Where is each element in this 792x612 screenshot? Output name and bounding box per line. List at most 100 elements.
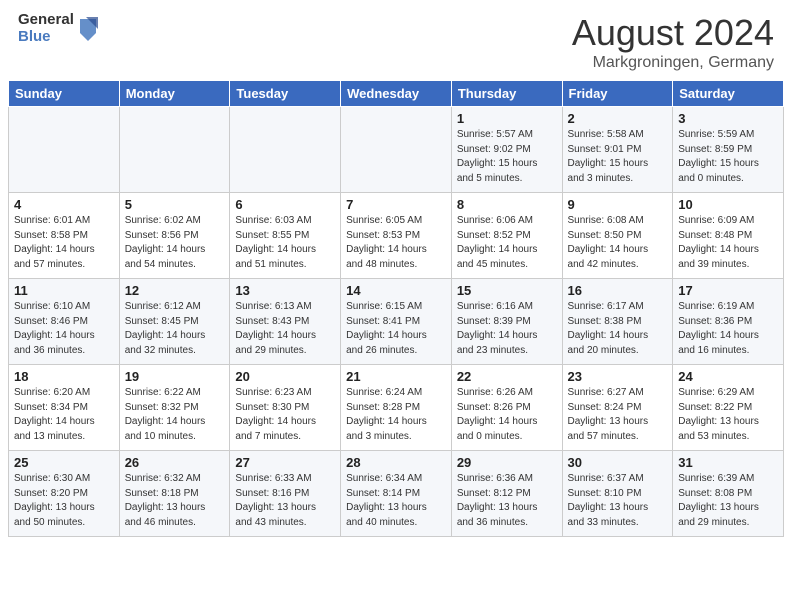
calendar-cell: 28 Sunrise: 6:34 AM Sunset: 8:14 PM Dayli… bbox=[341, 451, 452, 537]
day-number: 5 bbox=[125, 197, 225, 212]
day-number: 3 bbox=[678, 111, 778, 126]
day-info: Sunrise: 6:03 AM Sunset: 8:55 PM Dayligh… bbox=[235, 214, 335, 272]
calendar-container: SundayMondayTuesdayWednesdayThursdayFrid… bbox=[0, 80, 792, 545]
day-info: Sunrise: 6:17 AM Sunset: 8:38 PM Dayligh… bbox=[568, 300, 668, 358]
calendar-week-row: 1 Sunrise: 5:57 AM Sunset: 9:02 PM Daylig… bbox=[9, 107, 784, 193]
calendar-cell bbox=[341, 107, 452, 193]
logo: General Blue bbox=[18, 12, 100, 45]
calendar-week-row: 4 Sunrise: 6:01 AM Sunset: 8:58 PM Daylig… bbox=[9, 193, 784, 279]
day-info: Sunrise: 5:57 AM Sunset: 9:02 PM Dayligh… bbox=[457, 128, 557, 186]
calendar-cell bbox=[9, 107, 120, 193]
calendar-cell: 1 Sunrise: 5:57 AM Sunset: 9:02 PM Daylig… bbox=[451, 107, 562, 193]
day-info: Sunrise: 5:58 AM Sunset: 9:01 PM Dayligh… bbox=[568, 128, 668, 186]
calendar-cell: 26Sunrise: 6:32 AM Sunset: 8:18 PM Dayli… bbox=[119, 451, 230, 537]
day-info: Sunrise: 6:10 AM Sunset: 8:46 PM Dayligh… bbox=[14, 300, 114, 358]
logo-blue-text: Blue bbox=[18, 29, 74, 46]
day-number: 27 bbox=[235, 455, 335, 470]
day-info: Sunrise: 6:08 AM Sunset: 8:50 PM Dayligh… bbox=[568, 214, 668, 272]
calendar-cell: 31Sunrise: 6:39 AM Sunset: 8:08 PM Dayli… bbox=[673, 451, 784, 537]
calendar-cell: 17 Sunrise: 6:19 AM Sunset: 8:36 PM Dayli… bbox=[673, 279, 784, 365]
day-number: 8 bbox=[457, 197, 557, 212]
day-number: 10 bbox=[678, 197, 778, 212]
day-number: 19 bbox=[125, 369, 225, 384]
weekday-header: Friday bbox=[562, 81, 673, 107]
day-info: Sunrise: 6:16 AM Sunset: 8:39 PM Dayligh… bbox=[457, 300, 557, 358]
day-info: Sunrise: 5:59 AM Sunset: 8:59 PM Dayligh… bbox=[678, 128, 778, 186]
calendar-cell: 15 Sunrise: 6:16 AM Sunset: 8:39 PM Dayli… bbox=[451, 279, 562, 365]
logo-icon bbox=[76, 15, 100, 43]
calendar-cell: 14 Sunrise: 6:15 AM Sunset: 8:41 PM Dayli… bbox=[341, 279, 452, 365]
day-number: 29 bbox=[457, 455, 557, 470]
weekday-header: Wednesday bbox=[341, 81, 452, 107]
calendar-cell: 7Sunrise: 6:05 AM Sunset: 8:53 PM Daylig… bbox=[341, 193, 452, 279]
day-info: Sunrise: 6:33 AM Sunset: 8:16 PM Dayligh… bbox=[235, 472, 335, 530]
calendar-table: SundayMondayTuesdayWednesdayThursdayFrid… bbox=[8, 80, 784, 537]
logo-general-text: General bbox=[18, 12, 74, 29]
calendar-cell: 18Sunrise: 6:20 AM Sunset: 8:34 PM Dayli… bbox=[9, 365, 120, 451]
calendar-cell: 10 Sunrise: 6:09 AM Sunset: 8:48 PM Dayli… bbox=[673, 193, 784, 279]
day-number: 12 bbox=[125, 283, 225, 298]
calendar-cell: 13Sunrise: 6:13 AM Sunset: 8:43 PM Dayli… bbox=[230, 279, 341, 365]
calendar-cell: 8 Sunrise: 6:06 AM Sunset: 8:52 PM Daylig… bbox=[451, 193, 562, 279]
day-info: Sunrise: 6:27 AM Sunset: 8:24 PM Dayligh… bbox=[568, 386, 668, 444]
day-info: Sunrise: 6:12 AM Sunset: 8:45 PM Dayligh… bbox=[125, 300, 225, 358]
day-number: 9 bbox=[568, 197, 668, 212]
day-info: Sunrise: 6:01 AM Sunset: 8:58 PM Dayligh… bbox=[14, 214, 114, 272]
day-info: Sunrise: 6:06 AM Sunset: 8:52 PM Dayligh… bbox=[457, 214, 557, 272]
day-info: Sunrise: 6:13 AM Sunset: 8:43 PM Dayligh… bbox=[235, 300, 335, 358]
day-info: Sunrise: 6:30 AM Sunset: 8:20 PM Dayligh… bbox=[14, 472, 114, 530]
day-info: Sunrise: 6:09 AM Sunset: 8:48 PM Dayligh… bbox=[678, 214, 778, 272]
day-number: 4 bbox=[14, 197, 114, 212]
day-info: Sunrise: 6:36 AM Sunset: 8:12 PM Dayligh… bbox=[457, 472, 557, 530]
day-info: Sunrise: 6:34 AM Sunset: 8:14 PM Dayligh… bbox=[346, 472, 446, 530]
day-number: 16 bbox=[568, 283, 668, 298]
day-number: 14 bbox=[346, 283, 446, 298]
day-number: 6 bbox=[235, 197, 335, 212]
calendar-cell: 6 Sunrise: 6:03 AM Sunset: 8:55 PM Daylig… bbox=[230, 193, 341, 279]
calendar-header-row: SundayMondayTuesdayWednesdayThursdayFrid… bbox=[9, 81, 784, 107]
day-info: Sunrise: 6:37 AM Sunset: 8:10 PM Dayligh… bbox=[568, 472, 668, 530]
calendar-cell: 27 Sunrise: 6:33 AM Sunset: 8:16 PM Dayli… bbox=[230, 451, 341, 537]
calendar-week-row: 18Sunrise: 6:20 AM Sunset: 8:34 PM Dayli… bbox=[9, 365, 784, 451]
day-number: 26 bbox=[125, 455, 225, 470]
day-info: Sunrise: 6:23 AM Sunset: 8:30 PM Dayligh… bbox=[235, 386, 335, 444]
day-number: 17 bbox=[678, 283, 778, 298]
day-number: 2 bbox=[568, 111, 668, 126]
day-number: 30 bbox=[568, 455, 668, 470]
day-number: 20 bbox=[235, 369, 335, 384]
calendar-cell: 29 Sunrise: 6:36 AM Sunset: 8:12 PM Dayli… bbox=[451, 451, 562, 537]
day-info: Sunrise: 6:29 AM Sunset: 8:22 PM Dayligh… bbox=[678, 386, 778, 444]
day-number: 28 bbox=[346, 455, 446, 470]
calendar-cell bbox=[230, 107, 341, 193]
calendar-cell: 25 Sunrise: 6:30 AM Sunset: 8:20 PM Dayli… bbox=[9, 451, 120, 537]
calendar-cell: 4 Sunrise: 6:01 AM Sunset: 8:58 PM Daylig… bbox=[9, 193, 120, 279]
day-info: Sunrise: 6:20 AM Sunset: 8:34 PM Dayligh… bbox=[14, 386, 114, 444]
day-info: Sunrise: 6:15 AM Sunset: 8:41 PM Dayligh… bbox=[346, 300, 446, 358]
calendar-cell: 9 Sunrise: 6:08 AM Sunset: 8:50 PM Daylig… bbox=[562, 193, 673, 279]
day-number: 15 bbox=[457, 283, 557, 298]
calendar-cell: 2 Sunrise: 5:58 AM Sunset: 9:01 PM Daylig… bbox=[562, 107, 673, 193]
location: Markgroningen, Germany bbox=[572, 54, 774, 72]
calendar-week-row: 25 Sunrise: 6:30 AM Sunset: 8:20 PM Dayli… bbox=[9, 451, 784, 537]
day-number: 11 bbox=[14, 283, 114, 298]
weekday-header: Thursday bbox=[451, 81, 562, 107]
day-info: Sunrise: 6:24 AM Sunset: 8:28 PM Dayligh… bbox=[346, 386, 446, 444]
calendar-cell bbox=[119, 107, 230, 193]
calendar-week-row: 11 Sunrise: 6:10 AM Sunset: 8:46 PM Dayli… bbox=[9, 279, 784, 365]
weekday-header: Monday bbox=[119, 81, 230, 107]
calendar-cell: 11 Sunrise: 6:10 AM Sunset: 8:46 PM Dayli… bbox=[9, 279, 120, 365]
calendar-cell: 23Sunrise: 6:27 AM Sunset: 8:24 PM Dayli… bbox=[562, 365, 673, 451]
day-info: Sunrise: 6:26 AM Sunset: 8:26 PM Dayligh… bbox=[457, 386, 557, 444]
page-header: General Blue August 2024 Markgroningen, … bbox=[0, 0, 792, 80]
day-number: 24 bbox=[678, 369, 778, 384]
day-number: 25 bbox=[14, 455, 114, 470]
month-year: August 2024 bbox=[572, 12, 774, 54]
day-info: Sunrise: 6:02 AM Sunset: 8:56 PM Dayligh… bbox=[125, 214, 225, 272]
day-number: 22 bbox=[457, 369, 557, 384]
calendar-cell: 20 Sunrise: 6:23 AM Sunset: 8:30 PM Dayli… bbox=[230, 365, 341, 451]
day-info: Sunrise: 6:19 AM Sunset: 8:36 PM Dayligh… bbox=[678, 300, 778, 358]
calendar-cell: 12 Sunrise: 6:12 AM Sunset: 8:45 PM Dayli… bbox=[119, 279, 230, 365]
calendar-cell: 21Sunrise: 6:24 AM Sunset: 8:28 PM Dayli… bbox=[341, 365, 452, 451]
day-number: 1 bbox=[457, 111, 557, 126]
calendar-cell: 30 Sunrise: 6:37 AM Sunset: 8:10 PM Dayli… bbox=[562, 451, 673, 537]
